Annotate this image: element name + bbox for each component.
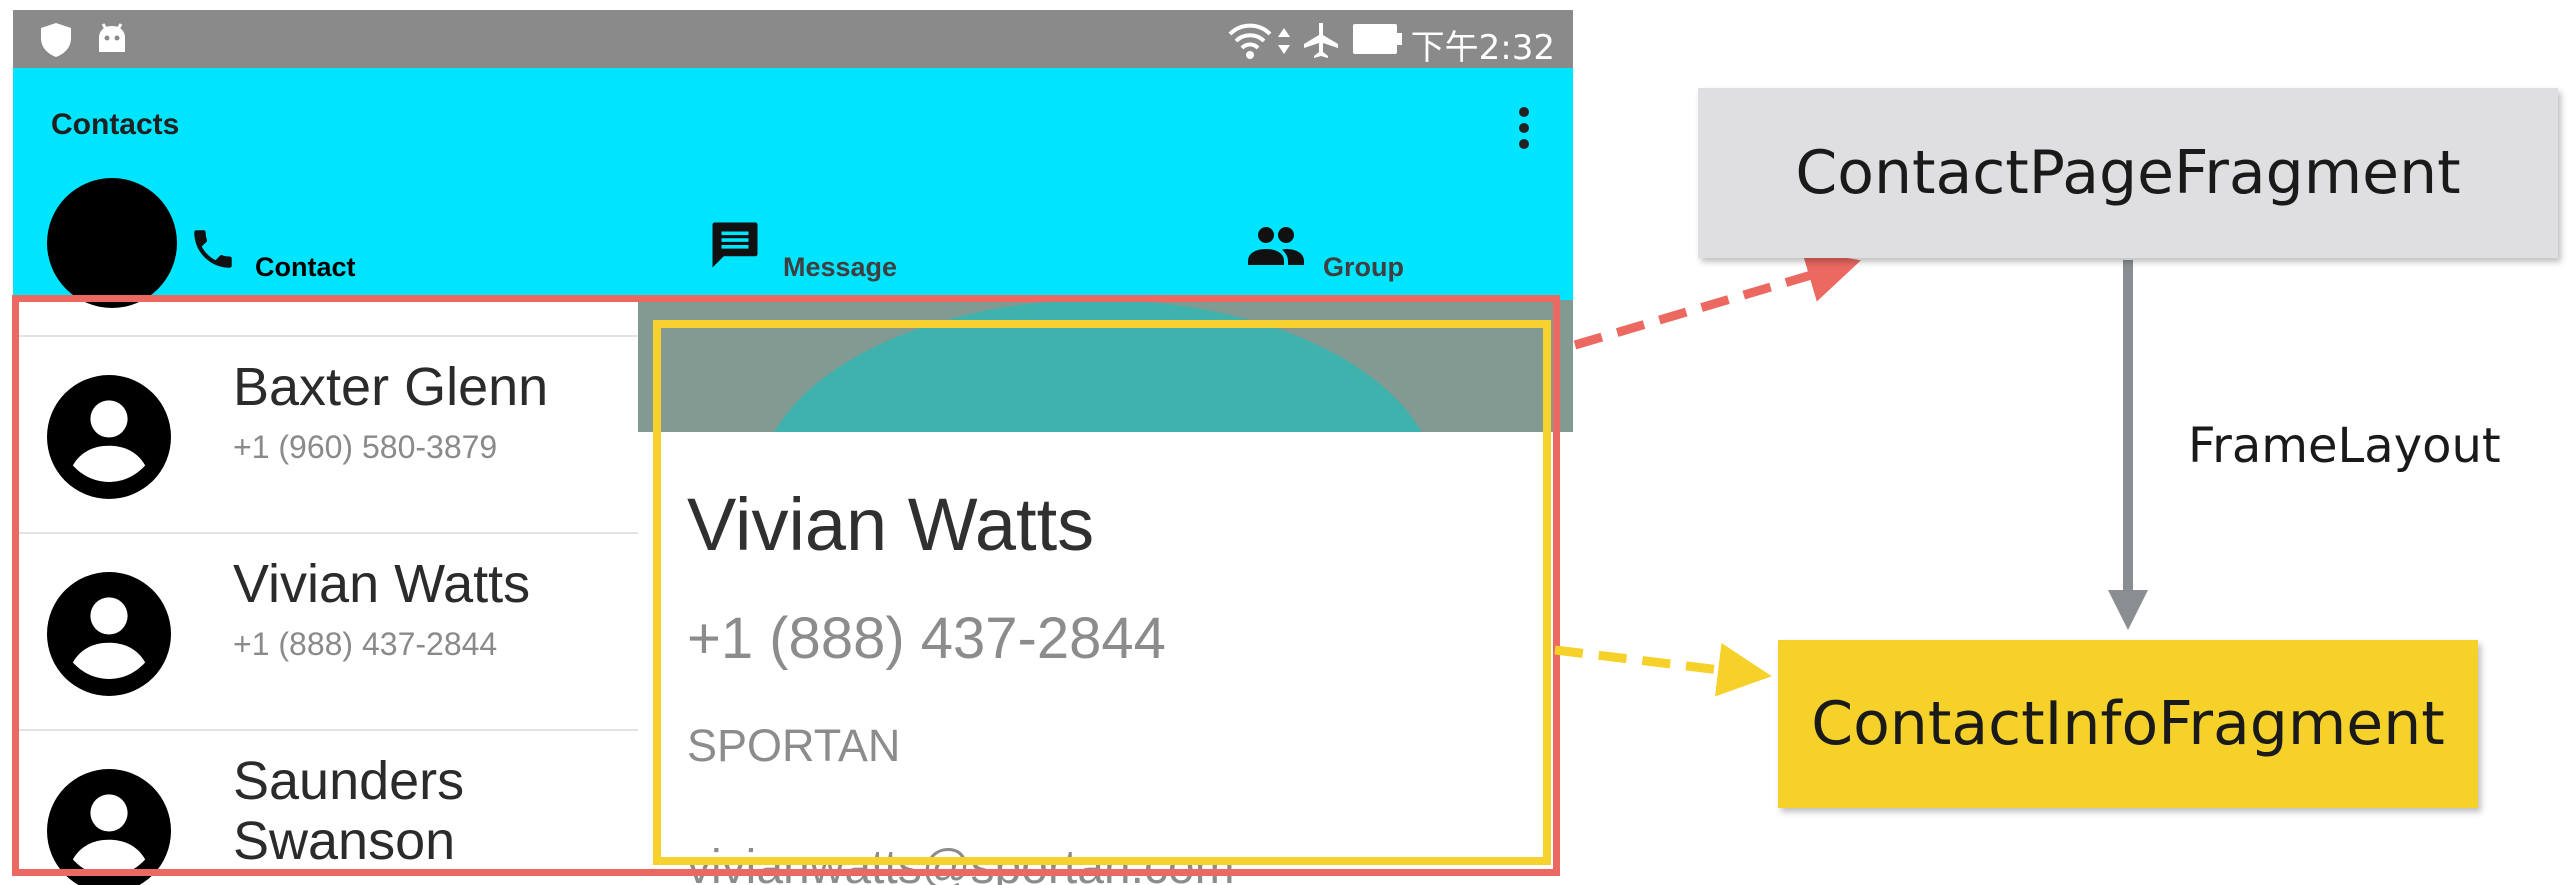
node-label: ContactInfoFragment bbox=[1811, 689, 2445, 759]
node-label: ContactPageFragment bbox=[1795, 138, 2461, 208]
node-contact-page-fragment: ContactPageFragment bbox=[1698, 88, 2558, 258]
red-dashed-arrow bbox=[1573, 249, 1861, 350]
node-contact-info-fragment: ContactInfoFragment bbox=[1778, 640, 2478, 808]
yellow-dashed-arrow bbox=[1554, 642, 1772, 697]
edge-label: FrameLayout bbox=[2188, 418, 2501, 474]
